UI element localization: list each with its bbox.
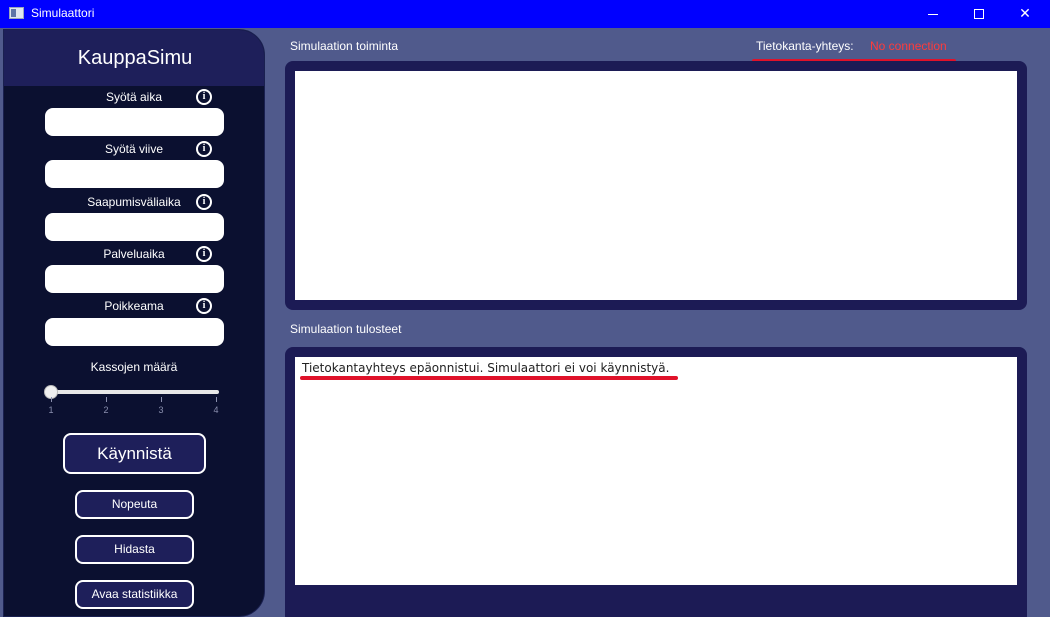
minimize-button[interactable] <box>910 0 956 28</box>
close-button[interactable]: ✕ <box>1002 0 1048 28</box>
main-area: KauppaSimu Syötä aika i Syötä viive i Sa… <box>0 28 1050 617</box>
minimize-icon <box>928 13 938 15</box>
output-panel: Tietokantayhteys epäonnistui. Simulaatto… <box>285 347 1027 617</box>
slider-tick-label: 3 <box>158 405 164 415</box>
info-icon[interactable]: i <box>196 246 212 262</box>
output-textarea[interactable]: Tietokantayhteys epäonnistui. Simulaatto… <box>295 357 1017 585</box>
output-label: Simulaation tulosteet <box>290 322 402 336</box>
info-icon[interactable]: i <box>196 298 212 314</box>
slider-tick-label: 4 <box>213 405 219 415</box>
service-time-input[interactable] <box>45 265 224 293</box>
output-message: Tietokantayhteys epäonnistui. Simulaatto… <box>302 361 670 375</box>
app-icon <box>9 7 24 19</box>
window-title: Simulaattori <box>31 6 95 20</box>
info-icon[interactable]: i <box>196 89 212 105</box>
slider-tick-label: 2 <box>103 405 109 415</box>
deviation-input[interactable] <box>45 318 224 346</box>
info-icon[interactable]: i <box>196 141 212 157</box>
slider-tick <box>161 397 162 402</box>
brand-title: KauppaSimu <box>77 47 193 69</box>
activity-label: Simulaation toiminta <box>290 39 399 53</box>
sidebar: KauppaSimu Syötä aika i Syötä viive i Sa… <box>3 29 265 617</box>
slow-down-button[interactable]: Hidasta <box>75 535 194 564</box>
slider-tick <box>216 397 217 402</box>
slider-tick-label: 1 <box>48 405 54 415</box>
speed-up-button[interactable]: Nopeuta <box>75 490 194 519</box>
info-icon[interactable]: i <box>196 194 212 210</box>
db-connection-label: Tietokanta-yhteys: <box>756 39 854 53</box>
slider-tick <box>51 397 52 402</box>
cashier-count-slider-track[interactable] <box>51 390 219 394</box>
maximize-icon <box>974 9 984 19</box>
delay-input[interactable] <box>45 160 224 188</box>
sidebar-header: KauppaSimu <box>4 30 264 86</box>
maximize-button[interactable] <box>956 0 1002 28</box>
cashier-count-label: Kassojen määrä <box>90 360 178 374</box>
activity-canvas[interactable] <box>295 71 1017 300</box>
db-connection-status: No connection <box>870 39 947 53</box>
message-underline <box>300 376 678 380</box>
close-icon: ✕ <box>1019 6 1031 22</box>
start-button[interactable]: Käynnistä <box>63 433 206 474</box>
activity-panel <box>285 61 1027 310</box>
slider-tick <box>106 397 107 402</box>
open-statistics-button[interactable]: Avaa statistiikka <box>75 580 194 609</box>
time-input[interactable] <box>45 108 224 136</box>
title-bar: Simulaattori ✕ <box>0 0 1050 28</box>
arrival-interval-input[interactable] <box>45 213 224 241</box>
